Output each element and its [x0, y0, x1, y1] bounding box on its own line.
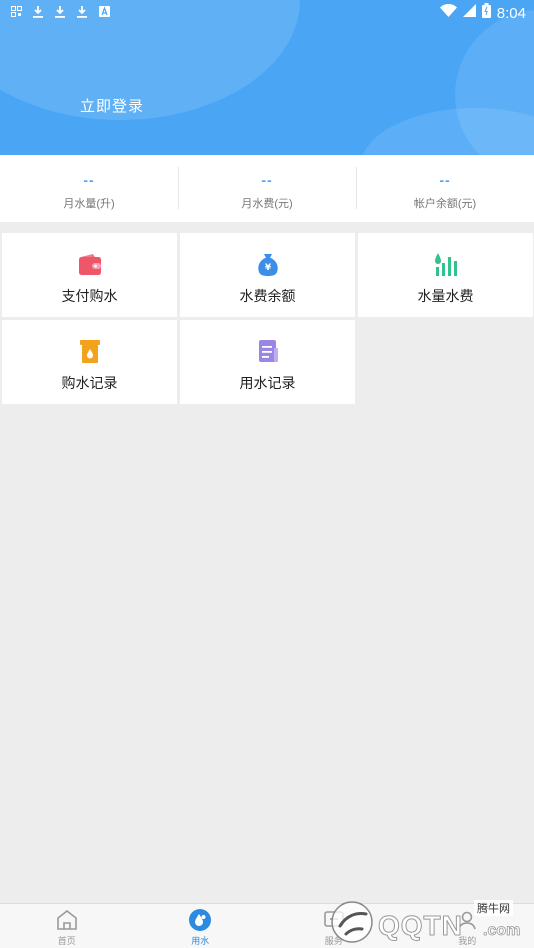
wifi-icon: [439, 4, 457, 22]
wallet-icon: [77, 252, 103, 278]
download-icon: [32, 4, 44, 18]
purchase-record-button[interactable]: 购水记录: [2, 320, 177, 404]
stat-monthly-volume: -- 月水量(升): [0, 155, 178, 222]
svg-text:¥: ¥: [264, 263, 271, 273]
usage-record-button[interactable]: 用水记录: [180, 320, 355, 404]
water-balance-button[interactable]: ¥ 水费余额: [180, 233, 355, 317]
bottom-nav: 首页 用水 服务 我的: [0, 903, 534, 948]
money-bag-icon: ¥: [255, 252, 281, 278]
stat-label: 月水费(元): [241, 198, 293, 210]
signal-icon: [462, 4, 476, 22]
water-drop-icon: [189, 909, 212, 931]
nav-water[interactable]: 用水: [134, 904, 268, 948]
function-grid: 支付购水 ¥ 水费余额 水量水费 购水记录 用水记录: [2, 233, 533, 404]
nav-profile[interactable]: 我的: [401, 904, 534, 948]
water-chart-icon: [433, 252, 459, 278]
stat-value: --: [261, 172, 273, 188]
stat-label: 帐户余额(元): [413, 198, 477, 210]
tile-label: 支付购水: [61, 288, 118, 304]
home-icon: [56, 909, 78, 931]
download-icon: [76, 4, 88, 18]
stat-monthly-fee: -- 月水费(元): [178, 155, 356, 222]
nav-label: 我的: [458, 936, 477, 946]
service-icon: [323, 909, 345, 931]
clock: 8:04: [496, 4, 526, 22]
nav-label: 服务: [324, 936, 343, 946]
download-icon: [54, 4, 66, 18]
stat-account-balance: -- 帐户余额(元): [356, 155, 534, 222]
tile-label: 用水记录: [239, 375, 296, 391]
header-banner: 8:04 立即登录: [0, 0, 534, 155]
nav-service[interactable]: 服务: [267, 904, 401, 948]
water-fee-button[interactable]: 水量水费: [358, 233, 533, 317]
tile-label: 水量水费: [417, 288, 474, 304]
stat-value: --: [439, 172, 451, 188]
tile-label: 购水记录: [61, 375, 118, 391]
stats-bar: -- 月水量(升) -- 月水费(元) -- 帐户余额(元): [0, 155, 534, 222]
status-bar: 8:04: [0, 0, 534, 24]
stat-label: 月水量(升): [63, 198, 115, 210]
login-button[interactable]: 立即登录: [80, 95, 144, 116]
battery-icon: [481, 3, 491, 23]
nav-label: 用水: [191, 936, 210, 946]
purchase-record-icon: [77, 339, 103, 365]
nav-home[interactable]: 首页: [0, 904, 134, 948]
header-decoration: [360, 108, 534, 155]
tile-label: 水费余额: [239, 288, 296, 304]
usage-record-icon: [255, 339, 281, 365]
stat-value: --: [83, 172, 95, 188]
profile-icon: [456, 909, 478, 931]
pay-water-button[interactable]: 支付购水: [2, 233, 177, 317]
app-notification-icon: [98, 4, 110, 18]
notification-icon: [10, 4, 22, 18]
nav-label: 首页: [57, 936, 76, 946]
